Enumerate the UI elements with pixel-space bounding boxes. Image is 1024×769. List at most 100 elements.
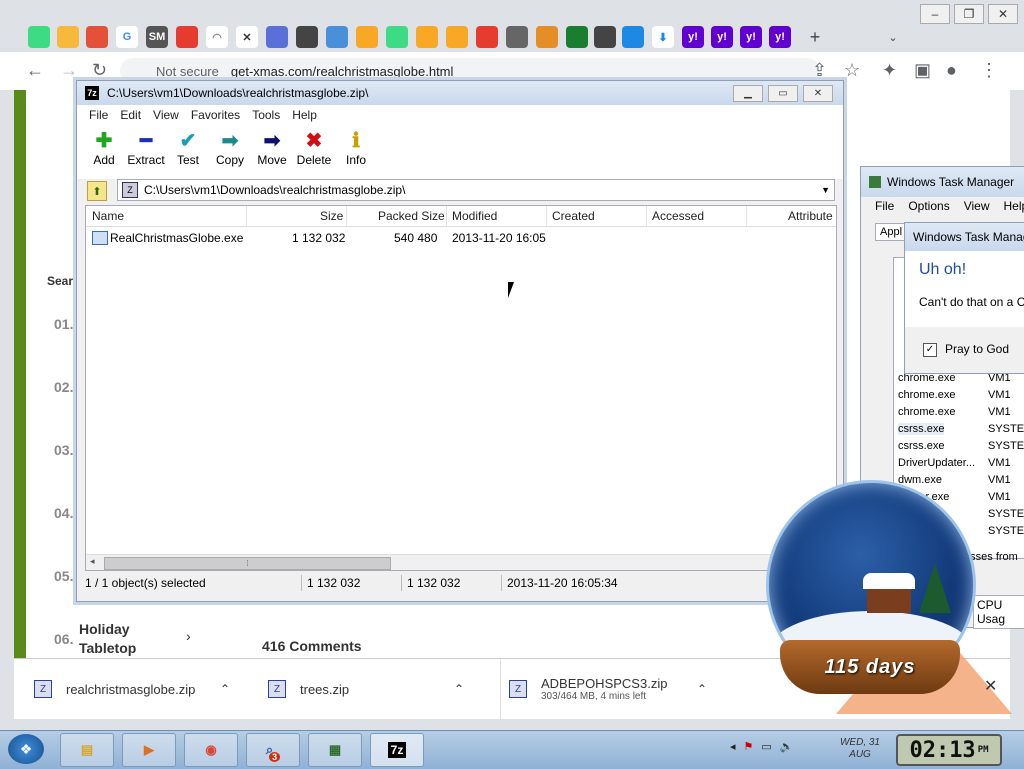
tab-target-2[interactable] [476, 26, 498, 48]
tab-excel[interactable] [566, 26, 588, 48]
network-icon[interactable]: ▭ [761, 740, 771, 753]
chevron-up-icon[interactable]: ⌃ [697, 682, 707, 696]
col-divider[interactable] [746, 206, 747, 226]
tab-yahoo-3[interactable]: y! [740, 26, 762, 48]
menu-kebab-icon[interactable]: ⋮ [980, 60, 998, 81]
close-button[interactable]: ✕ [988, 4, 1018, 24]
tab-search-chevron-icon[interactable]: ⌄ [882, 26, 904, 48]
col-accessed[interactable]: Accessed [652, 209, 704, 223]
tm-menu-view[interactable]: View [964, 199, 990, 213]
tray-date[interactable]: WED, 31 AUG [832, 737, 888, 761]
tab-applications[interactable]: Appl [875, 223, 907, 241]
tab-play[interactable] [356, 26, 378, 48]
tab-globe[interactable] [296, 26, 318, 48]
download-item[interactable]: Z trees.zip ⌃ [268, 659, 478, 719]
horizontal-scrollbar[interactable]: ◂ ⁞ ▸ [86, 554, 836, 570]
tm-menu-options[interactable]: Options [908, 199, 949, 213]
path-field[interactable]: Z C:\Users\vm1\Downloads\realchristmasgl… [117, 179, 835, 201]
taskbar-explorer[interactable]: ▤ [60, 733, 114, 767]
side-panel-icon[interactable]: ▣ [914, 60, 931, 81]
tab-yahoo-4[interactable]: y! [769, 26, 791, 48]
tab-close-icon[interactable]: ✕ [236, 26, 258, 48]
taskbar-task-manager[interactable]: ▦ [308, 733, 362, 767]
extensions-icon[interactable]: ✦ [882, 60, 897, 81]
download-item[interactable]: Z ADBEPOHSPCS3.zip 303/464 MB, 4 mins le… [500, 659, 719, 719]
menu-tools[interactable]: Tools [252, 108, 280, 122]
scroll-left-icon[interactable]: ◂ [90, 556, 95, 567]
dialog-titlebar[interactable]: Windows Task Manag [905, 223, 1024, 251]
taskbar-search[interactable]: ⌕3 [246, 733, 300, 767]
tab-grid[interactable] [536, 26, 558, 48]
tab-sm[interactable]: SM [146, 26, 168, 48]
menu-help[interactable]: Help [292, 108, 317, 122]
test-button[interactable]: ✔Test [166, 129, 210, 167]
col-divider[interactable] [646, 206, 647, 226]
tab-android[interactable] [28, 26, 50, 48]
tab-folder-red[interactable] [86, 26, 108, 48]
process-name[interactable]: dwm.exe [898, 474, 942, 486]
sevenzip-titlebar[interactable]: C:\Users\vm1\Downloads\realchristmasglob… [77, 81, 843, 105]
process-name[interactable]: csrss.exe [898, 423, 944, 435]
minimize-button[interactable]: – [920, 4, 950, 24]
share-icon[interactable]: ⇪ [812, 60, 827, 81]
new-tab-icon[interactable]: + [804, 26, 826, 48]
tab-rainbow[interactable]: ◠ [206, 26, 228, 48]
process-name[interactable]: chrome.exe [898, 389, 955, 401]
table-row[interactable]: RealChristmasGlobe.exe 1 132 032 540 480… [86, 228, 836, 248]
restore-button[interactable]: ❐ [954, 4, 984, 24]
extract-button[interactable]: ━Extract [124, 129, 168, 167]
pray-checkbox[interactable]: ✓ [923, 343, 937, 357]
folder-up-icon[interactable]: ⬆ [87, 181, 107, 201]
col-modified[interactable]: Modified [452, 209, 497, 223]
tm-menu-help[interactable]: Help [1004, 199, 1024, 213]
tab-folder[interactable] [57, 26, 79, 48]
menu-view[interactable]: View [153, 108, 179, 122]
tab-yahoo-1[interactable]: y! [682, 26, 704, 48]
col-attributes[interactable]: Attribute [788, 209, 833, 223]
tab-google[interactable]: G [116, 26, 138, 48]
forward-icon[interactable]: → [60, 60, 78, 81]
chevron-up-icon[interactable]: ⌃ [220, 682, 230, 696]
taskbar-7zip[interactable]: 7z [370, 733, 424, 767]
menu-favorites[interactable]: Favorites [191, 108, 240, 122]
task-manager-titlebar[interactable]: Windows Task Manager [861, 167, 1024, 197]
bookmark-star-icon[interactable]: ☆ [844, 60, 860, 81]
tab-play-2[interactable] [416, 26, 438, 48]
add-button[interactable]: ✚Add [82, 129, 126, 167]
info-button[interactable]: ℹInfo [334, 129, 378, 167]
tm-menu-file[interactable]: File [875, 199, 894, 213]
process-name[interactable]: csrss.exe [898, 440, 944, 452]
dropdown-arrow-icon[interactable]: ▼ [821, 185, 830, 195]
process-name[interactable]: DriverUpdater... [898, 457, 975, 469]
col-packed-size[interactable]: Packed Size [378, 209, 445, 223]
menu-edit[interactable]: Edit [120, 108, 141, 122]
holiday-tabletop-link[interactable]: Holiday Tabletop [79, 620, 189, 658]
taskbar-media-player[interactable]: ▶ [122, 733, 176, 767]
back-icon[interactable]: ← [26, 60, 44, 81]
download-item[interactable]: Z realchristmasglobe.zip ⌃ [34, 659, 244, 719]
scrollbar-thumb[interactable]: ⁞ [104, 557, 391, 570]
delete-button[interactable]: ✖Delete [292, 129, 336, 167]
close-button[interactable]: ✕ [803, 85, 833, 102]
col-divider[interactable] [246, 206, 247, 226]
tab-purple[interactable] [266, 26, 288, 48]
tray-expand-icon[interactable]: ◂ [730, 740, 736, 753]
menu-file[interactable]: File [89, 108, 108, 122]
close-icon[interactable]: ✕ [984, 676, 997, 696]
tab-download-icon[interactable]: ⬇ [652, 26, 674, 48]
tab-chrome[interactable] [506, 26, 528, 48]
tab-globe-2[interactable] [594, 26, 616, 48]
tab-android-2[interactable] [386, 26, 408, 48]
taskbar-chrome[interactable]: ◉ [184, 733, 238, 767]
volume-icon[interactable]: 🔈 [780, 740, 794, 753]
flag-icon[interactable]: ⚑ [744, 740, 754, 753]
col-size[interactable]: Size [320, 209, 343, 223]
move-button[interactable]: ➡Move [250, 129, 294, 167]
col-name[interactable]: Name [92, 209, 124, 223]
chevron-up-icon[interactable]: ⌃ [454, 682, 464, 696]
col-divider[interactable] [346, 206, 347, 226]
profile-icon[interactable]: ● [946, 60, 957, 81]
tab-target[interactable] [176, 26, 198, 48]
reload-icon[interactable]: ↻ [92, 60, 107, 81]
copy-button[interactable]: ➡Copy [208, 129, 252, 167]
